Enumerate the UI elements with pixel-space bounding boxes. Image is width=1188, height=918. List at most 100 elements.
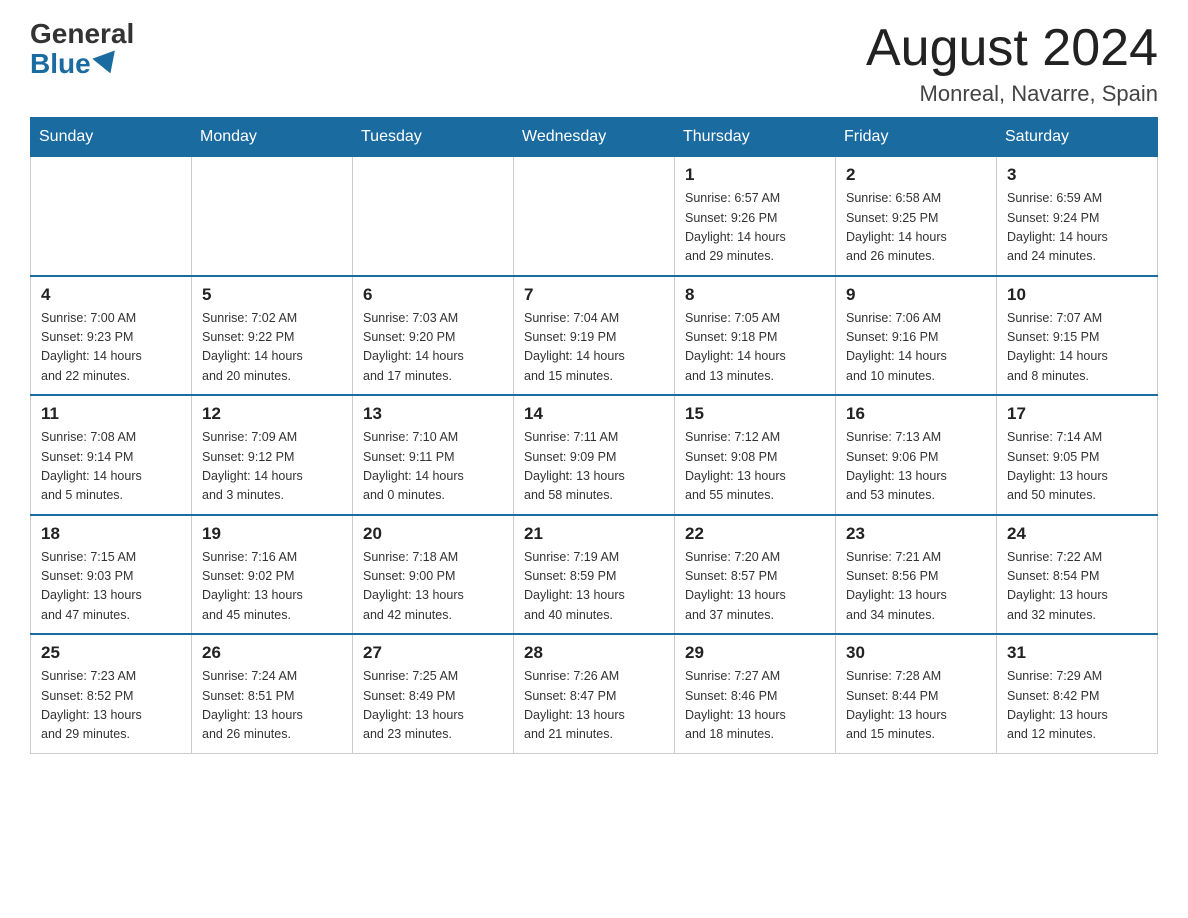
- calendar-cell: 26Sunrise: 7:24 AMSunset: 8:51 PMDayligh…: [192, 634, 353, 753]
- calendar-header-row: SundayMondayTuesdayWednesdayThursdayFrid…: [31, 118, 1158, 157]
- logo: General Blue: [30, 20, 134, 80]
- day-number: 1: [685, 165, 825, 185]
- day-number: 13: [363, 404, 503, 424]
- day-number: 25: [41, 643, 181, 663]
- calendar-cell: 12Sunrise: 7:09 AMSunset: 9:12 PMDayligh…: [192, 395, 353, 515]
- day-info: Sunrise: 7:29 AMSunset: 8:42 PMDaylight:…: [1007, 667, 1147, 745]
- day-info: Sunrise: 7:09 AMSunset: 9:12 PMDaylight:…: [202, 428, 342, 506]
- day-info: Sunrise: 7:27 AMSunset: 8:46 PMDaylight:…: [685, 667, 825, 745]
- calendar-cell: 16 Sunrise: 7:13 AMSunset: 9:06 PMDayligh…: [836, 395, 997, 515]
- day-number: 3: [1007, 165, 1147, 185]
- calendar-cell: 9 Sunrise: 7:06 AMSunset: 9:16 PMDaylight…: [836, 276, 997, 396]
- day-number: 31: [1007, 643, 1147, 663]
- day-number: 27: [363, 643, 503, 663]
- calendar-cell: 22 Sunrise: 7:20 AMSunset: 8:57 PMDayligh…: [675, 515, 836, 635]
- logo-general-text: General: [30, 20, 134, 48]
- calendar-cell: 30 Sunrise: 7:28 AMSunset: 8:44 PMDayligh…: [836, 634, 997, 753]
- calendar-cell: 27 Sunrise: 7:25 AMSunset: 8:49 PMDayligh…: [353, 634, 514, 753]
- calendar-cell: 19Sunrise: 7:16 AMSunset: 9:02 PMDayligh…: [192, 515, 353, 635]
- day-info: Sunrise: 7:05 AMSunset: 9:18 PMDaylight:…: [685, 309, 825, 387]
- day-number: 11: [41, 404, 181, 424]
- day-header-sunday: Sunday: [31, 118, 192, 157]
- calendar-table: SundayMondayTuesdayWednesdayThursdayFrid…: [30, 117, 1158, 754]
- calendar-cell: 29Sunrise: 7:27 AMSunset: 8:46 PMDayligh…: [675, 634, 836, 753]
- calendar-cell: 8 Sunrise: 7:05 AMSunset: 9:18 PMDaylight…: [675, 276, 836, 396]
- day-info: Sunrise: 7:15 AMSunset: 9:03 PMDaylight:…: [41, 548, 181, 626]
- calendar-cell: 11 Sunrise: 7:08 AMSunset: 9:14 PMDayligh…: [31, 395, 192, 515]
- page-header: General Blue August 2024 Monreal, Navarr…: [30, 20, 1158, 107]
- day-number: 16: [846, 404, 986, 424]
- logo-triangle-icon: [92, 50, 121, 77]
- calendar-cell: 23Sunrise: 7:21 AMSunset: 8:56 PMDayligh…: [836, 515, 997, 635]
- title-block: August 2024 Monreal, Navarre, Spain: [866, 20, 1158, 107]
- day-number: 22: [685, 524, 825, 544]
- day-number: 14: [524, 404, 664, 424]
- calendar-cell: 14 Sunrise: 7:11 AMSunset: 9:09 PMDayligh…: [514, 395, 675, 515]
- day-number: 18: [41, 524, 181, 544]
- day-number: 10: [1007, 285, 1147, 305]
- day-info: Sunrise: 7:02 AMSunset: 9:22 PMDaylight:…: [202, 309, 342, 387]
- calendar-cell: 13 Sunrise: 7:10 AMSunset: 9:11 PMDayligh…: [353, 395, 514, 515]
- day-number: 17: [1007, 404, 1147, 424]
- calendar-cell: 4 Sunrise: 7:00 AMSunset: 9:23 PMDaylight…: [31, 276, 192, 396]
- day-info: Sunrise: 7:23 AMSunset: 8:52 PMDaylight:…: [41, 667, 181, 745]
- day-info: Sunrise: 7:12 AMSunset: 9:08 PMDaylight:…: [685, 428, 825, 506]
- day-info: Sunrise: 7:28 AMSunset: 8:44 PMDaylight:…: [846, 667, 986, 745]
- day-info: Sunrise: 7:14 AMSunset: 9:05 PMDaylight:…: [1007, 428, 1147, 506]
- day-number: 23: [846, 524, 986, 544]
- day-info: Sunrise: 7:25 AMSunset: 8:49 PMDaylight:…: [363, 667, 503, 745]
- day-number: 9: [846, 285, 986, 305]
- calendar-cell: 2Sunrise: 6:58 AMSunset: 9:25 PMDaylight…: [836, 157, 997, 276]
- day-number: 6: [363, 285, 503, 305]
- day-info: Sunrise: 7:22 AMSunset: 8:54 PMDaylight:…: [1007, 548, 1147, 626]
- day-header-wednesday: Wednesday: [514, 118, 675, 157]
- calendar-cell: [514, 157, 675, 276]
- calendar-cell: 20Sunrise: 7:18 AMSunset: 9:00 PMDayligh…: [353, 515, 514, 635]
- day-number: 28: [524, 643, 664, 663]
- calendar-title: August 2024: [866, 20, 1158, 77]
- calendar-cell: 31 Sunrise: 7:29 AMSunset: 8:42 PMDayligh…: [997, 634, 1158, 753]
- calendar-cell: 21 Sunrise: 7:19 AMSunset: 8:59 PMDayligh…: [514, 515, 675, 635]
- day-info: Sunrise: 7:03 AMSunset: 9:20 PMDaylight:…: [363, 309, 503, 387]
- day-header-friday: Friday: [836, 118, 997, 157]
- calendar-week-row: 4 Sunrise: 7:00 AMSunset: 9:23 PMDaylight…: [31, 276, 1158, 396]
- calendar-cell: 18 Sunrise: 7:15 AMSunset: 9:03 PMDayligh…: [31, 515, 192, 635]
- calendar-cell: [192, 157, 353, 276]
- day-number: 24: [1007, 524, 1147, 544]
- day-info: Sunrise: 7:00 AMSunset: 9:23 PMDaylight:…: [41, 309, 181, 387]
- day-info: Sunrise: 7:19 AMSunset: 8:59 PMDaylight:…: [524, 548, 664, 626]
- calendar-cell: 7 Sunrise: 7:04 AMSunset: 9:19 PMDaylight…: [514, 276, 675, 396]
- day-number: 30: [846, 643, 986, 663]
- logo-blue-text: Blue: [30, 48, 119, 80]
- day-info: Sunrise: 7:20 AMSunset: 8:57 PMDaylight:…: [685, 548, 825, 626]
- day-info: Sunrise: 7:07 AMSunset: 9:15 PMDaylight:…: [1007, 309, 1147, 387]
- calendar-cell: 25 Sunrise: 7:23 AMSunset: 8:52 PMDayligh…: [31, 634, 192, 753]
- day-number: 4: [41, 285, 181, 305]
- day-header-tuesday: Tuesday: [353, 118, 514, 157]
- calendar-cell: 1 Sunrise: 6:57 AMSunset: 9:26 PMDaylight…: [675, 157, 836, 276]
- day-info: Sunrise: 7:10 AMSunset: 9:11 PMDaylight:…: [363, 428, 503, 506]
- day-number: 8: [685, 285, 825, 305]
- day-info: Sunrise: 7:06 AMSunset: 9:16 PMDaylight:…: [846, 309, 986, 387]
- day-number: 5: [202, 285, 342, 305]
- calendar-subtitle: Monreal, Navarre, Spain: [866, 81, 1158, 107]
- day-number: 26: [202, 643, 342, 663]
- calendar-cell: 17 Sunrise: 7:14 AMSunset: 9:05 PMDayligh…: [997, 395, 1158, 515]
- calendar-cell: 24 Sunrise: 7:22 AMSunset: 8:54 PMDayligh…: [997, 515, 1158, 635]
- calendar-cell: 3Sunrise: 6:59 AMSunset: 9:24 PMDaylight…: [997, 157, 1158, 276]
- day-header-saturday: Saturday: [997, 118, 1158, 157]
- day-info: Sunrise: 7:04 AMSunset: 9:19 PMDaylight:…: [524, 309, 664, 387]
- day-info: Sunrise: 7:11 AMSunset: 9:09 PMDaylight:…: [524, 428, 664, 506]
- calendar-cell: [353, 157, 514, 276]
- calendar-week-row: 25 Sunrise: 7:23 AMSunset: 8:52 PMDayligh…: [31, 634, 1158, 753]
- day-number: 20: [363, 524, 503, 544]
- day-info: Sunrise: 7:08 AMSunset: 9:14 PMDaylight:…: [41, 428, 181, 506]
- day-number: 15: [685, 404, 825, 424]
- day-number: 21: [524, 524, 664, 544]
- day-info: Sunrise: 7:13 AMSunset: 9:06 PMDaylight:…: [846, 428, 986, 506]
- calendar-cell: 28Sunrise: 7:26 AMSunset: 8:47 PMDayligh…: [514, 634, 675, 753]
- calendar-cell: [31, 157, 192, 276]
- day-info: Sunrise: 6:57 AMSunset: 9:26 PMDaylight:…: [685, 189, 825, 267]
- day-number: 7: [524, 285, 664, 305]
- calendar-cell: 5 Sunrise: 7:02 AMSunset: 9:22 PMDaylight…: [192, 276, 353, 396]
